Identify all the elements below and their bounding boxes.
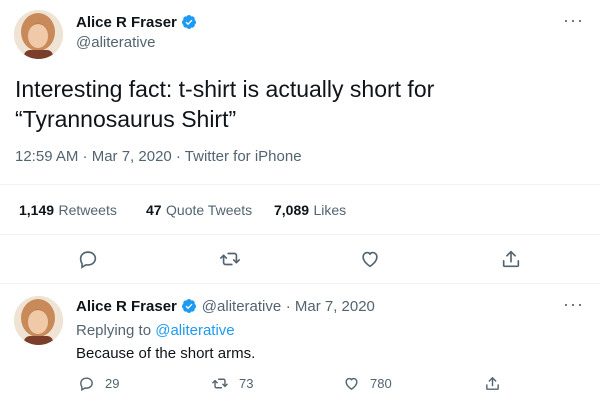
divider	[0, 184, 600, 185]
avatar[interactable]	[14, 10, 63, 59]
tweet-timestamp[interactable]: 12:59 AM · Mar 7, 2020 · Twitter for iPh…	[15, 148, 302, 165]
tweet-text-line-2: “Tyrannosaurus Shirt”	[15, 106, 237, 132]
divider	[0, 283, 600, 284]
share-icon[interactable]	[500, 248, 522, 270]
quotes-label: Quote Tweets	[166, 202, 253, 218]
reply-icon	[80, 377, 93, 392]
quote-tweets-stat[interactable]: 47 Quote Tweets	[146, 202, 252, 220]
likes-count: 7,089	[274, 202, 310, 218]
verified-badge-icon	[182, 15, 197, 29]
reply-share-action[interactable]	[484, 375, 501, 397]
verified-badge-icon	[182, 299, 197, 313]
reply-header: Alice R Fraser @aliterative · Mar 7, 202…	[76, 298, 375, 316]
reply-like-action[interactable]: 780	[343, 375, 392, 392]
replying-to-prefix: Replying to	[76, 322, 152, 339]
author-header: Alice R Fraser	[76, 14, 197, 32]
replying-to: Replying to @aliterative	[76, 322, 235, 339]
likes-stat[interactable]: 7,089 Likes	[274, 202, 346, 220]
reply-icon[interactable]	[77, 248, 99, 270]
retweet-count: 73	[239, 376, 254, 391]
reply-author-name[interactable]: Alice R Fraser	[76, 298, 177, 315]
reply-retweet-action[interactable]: 73	[211, 375, 253, 392]
quotes-count: 47	[146, 202, 162, 218]
author-name[interactable]: Alice R Fraser	[76, 14, 177, 31]
share-icon	[486, 377, 499, 390]
reply-text: Because of the short arms.	[76, 345, 256, 362]
avatar[interactable]	[14, 296, 63, 345]
likes-label: Likes	[313, 202, 347, 218]
like-count: 780	[370, 376, 392, 391]
reply-author-handle[interactable]: @aliterative	[202, 298, 281, 315]
reply-reply-action[interactable]: 29	[78, 375, 119, 392]
replying-to-handle-link[interactable]: @aliterative	[155, 322, 234, 339]
like-heart-icon[interactable]	[359, 248, 381, 270]
retweet-icon	[212, 378, 228, 389]
retweets-stat[interactable]: 1,149 Retweets	[19, 202, 117, 220]
reply-more-options-icon[interactable]: ···	[563, 294, 584, 315]
reply-count: 29	[105, 376, 120, 391]
retweet-icon[interactable]	[218, 248, 242, 270]
tweet-text-line-1: Interesting fact: t-shirt is actually sh…	[15, 76, 435, 102]
more-options-icon[interactable]: ···	[563, 10, 584, 31]
author-handle[interactable]: @aliterative	[76, 34, 155, 51]
reply-date[interactable]: · Mar 7, 2020	[286, 298, 375, 315]
divider	[0, 234, 600, 235]
retweets-label: Retweets	[58, 202, 117, 218]
retweets-count: 1,149	[19, 202, 55, 218]
like-heart-icon	[345, 377, 358, 390]
